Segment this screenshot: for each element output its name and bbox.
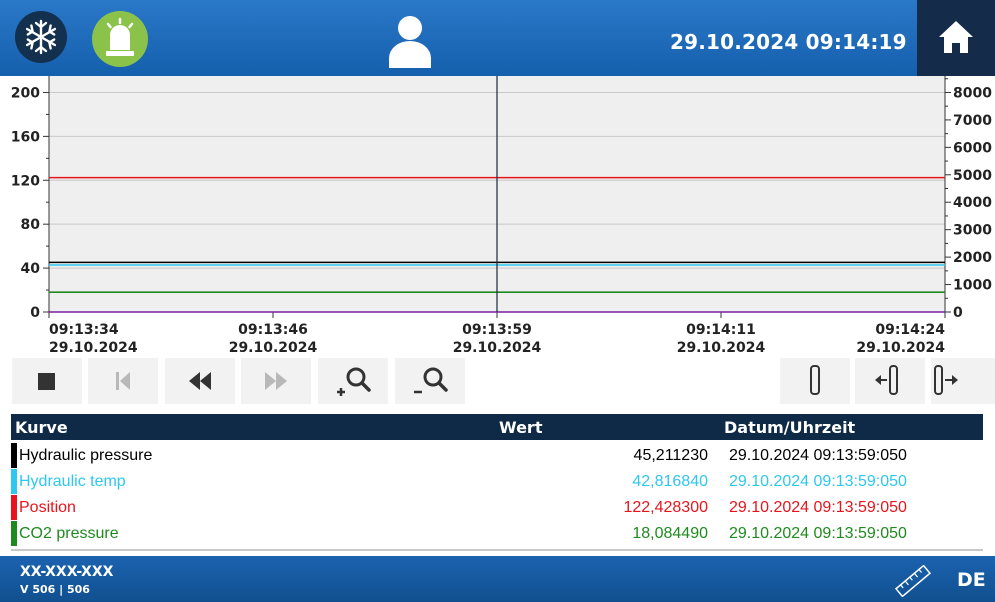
y-tick-label: 80	[21, 217, 41, 233]
y2-tick-label: 3000	[953, 223, 992, 239]
fast-forward-icon	[265, 372, 287, 390]
chart-toolbar	[0, 356, 995, 408]
y2-tick-label: 1000	[953, 278, 992, 294]
series-color-swatch	[11, 521, 17, 546]
x-tick-date: 29.10.2024	[677, 340, 766, 356]
y-tick-label: 40	[21, 261, 41, 277]
user-icon[interactable]	[386, 12, 434, 68]
zoom-out-button[interactable]	[395, 358, 465, 404]
table-divider	[11, 549, 983, 551]
language-button[interactable]: DE	[957, 569, 986, 591]
series-value: 42,816840	[632, 473, 708, 490]
series-color-swatch	[11, 443, 17, 468]
y2-tick-label: 0	[953, 305, 963, 321]
y-tick-label: 160	[11, 129, 40, 145]
table-row[interactable]: Position 122,428300 29.10.2024 09:13:59:…	[11, 495, 983, 520]
zoom-in-button[interactable]	[318, 358, 388, 404]
device-name: XX-XXX-XXX	[20, 564, 114, 580]
current-datetime: 29.10.2024 09:14:19	[670, 30, 907, 54]
x-tick-time: 09:13:59	[462, 322, 532, 338]
table-header: Kurve Wert Datum/Uhrzeit	[11, 414, 983, 440]
cursor-left-icon	[875, 365, 898, 395]
fast-forward-button[interactable]	[241, 358, 311, 404]
cursor-right-button[interactable]	[931, 358, 995, 404]
series-value: 45,211230	[633, 447, 708, 464]
y2-tick-label: 4000	[953, 195, 992, 211]
series-name: Hydraulic pressure	[19, 447, 153, 464]
zoom-out-icon	[414, 367, 448, 394]
header-value: Wert	[499, 418, 543, 437]
series-value: 18,084490	[632, 525, 708, 542]
x-tick-date: 29.10.2024	[856, 340, 945, 356]
cursor-button[interactable]	[780, 358, 850, 404]
cursor-left-button[interactable]	[855, 358, 925, 404]
y2-tick-label: 6000	[953, 140, 992, 156]
series-name: CO2 pressure	[19, 525, 119, 542]
version-label: V 506 | 506	[20, 583, 90, 596]
stop-button[interactable]	[12, 358, 82, 404]
home-icon	[939, 21, 973, 53]
home-button[interactable]	[917, 0, 995, 76]
top-bar: 29.10.2024 09:14:19	[0, 0, 995, 76]
ruler-icon[interactable]	[893, 565, 933, 597]
series-name: Position	[19, 499, 76, 516]
rewind-button[interactable]	[165, 358, 235, 404]
y-tick-label: 200	[11, 85, 40, 101]
skip-start-icon	[116, 372, 130, 390]
y-tick-label: 0	[30, 305, 40, 321]
series-datetime: 29.10.2024 09:13:59:050	[729, 447, 907, 464]
trend-chart[interactable]: 0 40 80 120 160 200 0 1000 2000 3000 4000 5000 6000 7…	[0, 76, 995, 366]
stop-icon	[38, 373, 55, 390]
series-color-swatch	[11, 469, 17, 494]
bottom-bar: XX-XXX-XXX V 506 | 506 DE	[0, 556, 995, 602]
skip-start-button[interactable]	[88, 358, 158, 404]
y-tick-label: 120	[11, 173, 40, 189]
zoom-in-icon	[337, 367, 371, 396]
x-tick-date: 29.10.2024	[229, 340, 318, 356]
alarm-beacon-icon[interactable]	[92, 11, 148, 67]
chart-canvas: 0408012016020001000200030004000500060007…	[11, 76, 992, 356]
x-tick-time: 09:13:34	[49, 322, 119, 338]
series-datetime: 29.10.2024 09:13:59:050	[729, 473, 907, 490]
series-datetime: 29.10.2024 09:13:59:050	[729, 499, 907, 516]
snowflake-icon[interactable]	[15, 11, 67, 63]
table-row[interactable]: Hydraulic pressure 45,211230 29.10.2024 …	[11, 443, 983, 468]
header-curve: Kurve	[15, 418, 68, 437]
table-row[interactable]: Hydraulic temp 42,816840 29.10.2024 09:1…	[11, 469, 983, 494]
x-tick-date: 29.10.2024	[49, 340, 138, 356]
series-name: Hydraulic temp	[19, 473, 126, 490]
series-color-swatch	[11, 495, 17, 520]
y2-tick-label: 2000	[953, 250, 992, 266]
x-tick-time: 09:14:11	[686, 322, 756, 338]
y2-tick-label: 5000	[953, 168, 992, 184]
series-value: 122,428300	[623, 499, 708, 516]
table-row[interactable]: CO2 pressure 18,084490 29.10.2024 09:13:…	[11, 521, 983, 546]
cursor-right-icon	[934, 365, 958, 395]
x-tick-time: 09:14:24	[875, 322, 945, 338]
y2-tick-label: 8000	[953, 85, 992, 101]
rewind-icon	[189, 372, 211, 390]
header-datetime: Datum/Uhrzeit	[724, 418, 856, 437]
series-datetime: 29.10.2024 09:13:59:050	[729, 525, 907, 542]
y2-tick-label: 7000	[953, 113, 992, 129]
x-tick-time: 09:13:46	[238, 322, 308, 338]
cursor-icon	[810, 365, 820, 395]
x-tick-date: 29.10.2024	[453, 340, 542, 356]
